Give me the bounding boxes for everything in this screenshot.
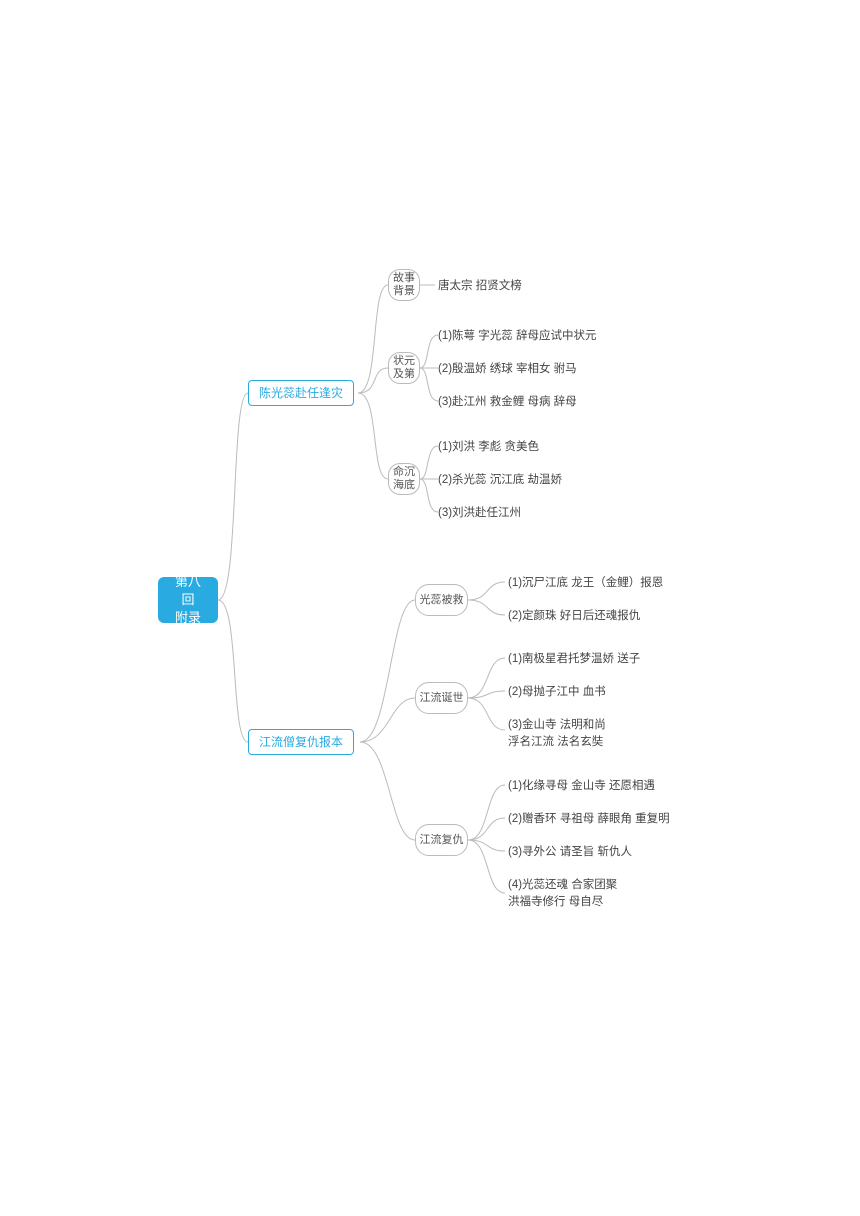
leaf-kill-guangrui: (2)杀光蕊 沉江底 劫温娇 bbox=[438, 472, 562, 489]
sub-revenge[interactable]: 江流复仇 bbox=[415, 824, 468, 856]
leaf-fu-jiangzhou: (3)赴江州 救金鲤 母病 辞母 bbox=[438, 394, 577, 411]
sub-mingchen[interactable]: 命沉 海底 bbox=[388, 463, 420, 495]
leaf-tang-taizong: 唐太宗 招贤文榜 bbox=[438, 278, 522, 295]
sub-zhuangyuan[interactable]: 状元 及第 bbox=[388, 352, 420, 384]
leaf-nanji: (1)南极星君托梦温娇 送子 bbox=[508, 651, 640, 668]
leaf-chen-e: (1)陈萼 字光蕊 辞母应试中状元 bbox=[438, 328, 596, 345]
branch-jiangliu[interactable]: 江流僧复仇报本 bbox=[248, 729, 354, 755]
leaf-jinshan-temple: (3)金山寺 法明和尚 浮名江流 法名玄奘 bbox=[508, 717, 606, 752]
leaf-dragon-king: (1)沉尸江底 龙王（金鲤）报恩 bbox=[508, 575, 663, 592]
leaf-liu-jiangzhou: (3)刘洪赴任江州 bbox=[438, 505, 521, 522]
sub-birth[interactable]: 江流诞世 bbox=[415, 682, 468, 714]
leaf-yin-wenjiao: (2)殷温娇 绣球 宰相女 驸马 bbox=[438, 361, 577, 378]
sub-rescued[interactable]: 光蕊被救 bbox=[415, 584, 468, 616]
leaf-gift-ring: (2)赠香环 寻祖母 薛眼角 重复明 bbox=[508, 811, 670, 828]
leaf-mother-abandon: (2)母抛子江中 血书 bbox=[508, 684, 606, 701]
leaf-dingyan-pearl: (2)定颜珠 好日后还魂报仇 bbox=[508, 608, 640, 625]
leaf-seek-grandfather: (3)寻外公 请圣旨 斩仇人 bbox=[508, 844, 632, 861]
sub-background[interactable]: 故事 背景 bbox=[388, 269, 420, 301]
branch-chen-guangrui[interactable]: 陈光蕊赴任逢灾 bbox=[248, 380, 354, 406]
leaf-soul-return: (4)光蕊还魂 合家团聚 洪福寺修行 母自尽 bbox=[508, 877, 617, 912]
leaf-seek-mother: (1)化缘寻母 金山寺 还愿相遇 bbox=[508, 778, 655, 795]
root-node[interactable]: 第八回 附录 bbox=[158, 577, 218, 623]
leaf-liu-hong: (1)刘洪 李彪 贪美色 bbox=[438, 439, 539, 456]
